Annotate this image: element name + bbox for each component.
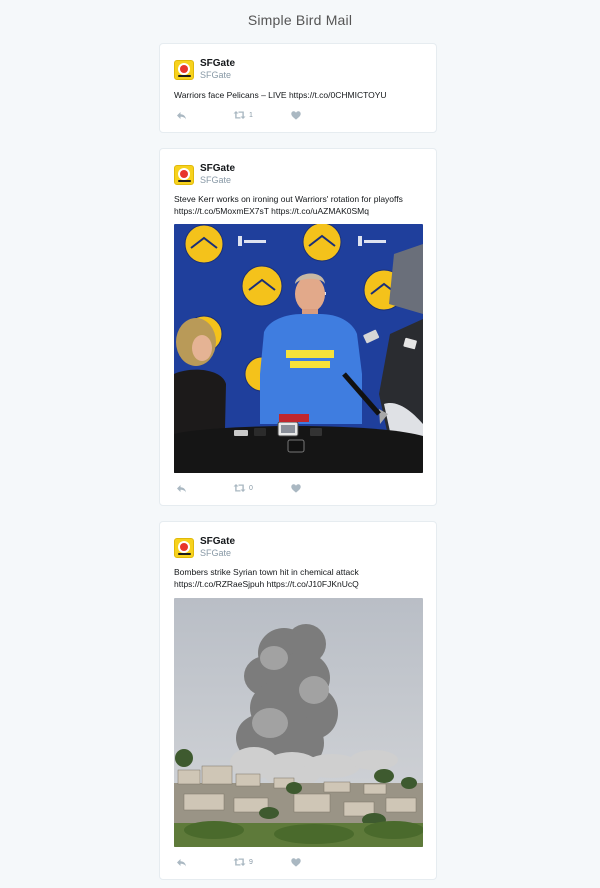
retweet-count: 0: [249, 484, 253, 492]
reply-button[interactable]: [176, 856, 187, 868]
retweet-icon: [233, 484, 246, 492]
tweet-card: SFGate SFGate Warriors face Pelicans – L…: [159, 43, 437, 133]
author-handle[interactable]: SFGate: [200, 70, 235, 80]
tweet-actions: 0: [176, 482, 376, 494]
tweet-text: Bombers strike Syrian town hit in chemic…: [174, 567, 359, 589]
tweet-actions: 9: [176, 856, 376, 868]
reply-icon: [177, 858, 186, 866]
heart-icon: [291, 857, 301, 867]
retweet-button[interactable]: 9: [233, 856, 253, 868]
retweet-icon: [233, 858, 246, 866]
retweet-button[interactable]: 0: [233, 482, 253, 494]
tweet-card: SFGate SFGate Bombers strike Syrian town…: [159, 521, 437, 880]
app-title: Simple Bird Mail: [247, 12, 353, 28]
tweet-photo[interactable]: [174, 598, 423, 847]
tweet-header: SFGate SFGate: [174, 59, 235, 80]
author-handle[interactable]: SFGate: [200, 175, 235, 185]
tweet-text: Warriors face Pelicans – LIVE https://t.…: [174, 90, 387, 100]
author-name[interactable]: SFGate: [200, 59, 235, 69]
smoke-plume-photo: [174, 598, 423, 847]
author-name[interactable]: SFGate: [200, 164, 235, 174]
like-button[interactable]: [291, 482, 301, 494]
avatar[interactable]: [174, 538, 194, 558]
reply-button[interactable]: [176, 482, 187, 494]
press-conference-photo: [174, 224, 423, 473]
reply-icon: [177, 111, 186, 119]
retweet-icon: [233, 111, 246, 119]
like-button[interactable]: [291, 856, 301, 868]
tweet-photo[interactable]: [174, 224, 423, 473]
reply-icon: [177, 484, 186, 492]
tweet-header: SFGate SFGate: [174, 537, 235, 558]
retweet-count: 1: [249, 111, 253, 119]
heart-icon: [291, 483, 301, 493]
avatar[interactable]: [174, 60, 194, 80]
avatar[interactable]: [174, 165, 194, 185]
author-handle[interactable]: SFGate: [200, 548, 235, 558]
tweet-text: Steve Kerr works on ironing out Warriors…: [174, 194, 403, 216]
author-name[interactable]: SFGate: [200, 537, 235, 547]
tweet-actions: 1: [176, 109, 376, 121]
retweet-count: 9: [249, 858, 253, 866]
like-button[interactable]: [291, 109, 301, 121]
tweet-header: SFGate SFGate: [174, 164, 235, 185]
retweet-button[interactable]: 1: [233, 109, 253, 121]
reply-button[interactable]: [176, 109, 187, 121]
heart-icon: [291, 110, 301, 120]
tweet-card: SFGate SFGate Steve Kerr works on ironin…: [159, 148, 437, 506]
